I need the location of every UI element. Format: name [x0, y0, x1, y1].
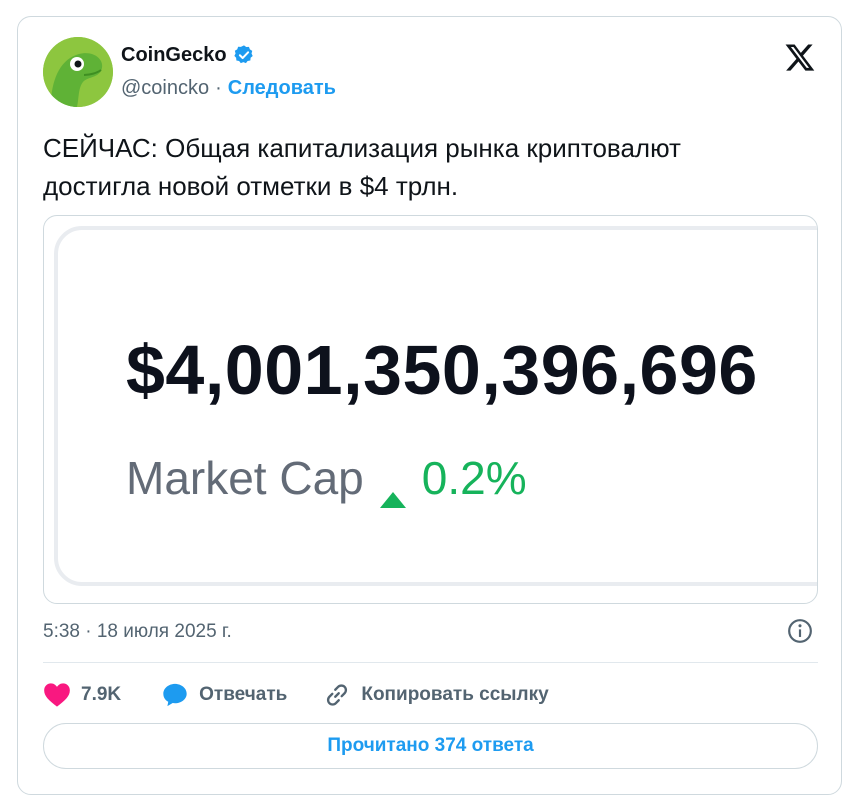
market-cap-label: Market Cap [126, 452, 364, 504]
like-button[interactable]: 7.9K [43, 682, 121, 708]
market-cap-row: Market Cap 0.2% [126, 452, 527, 508]
coingecko-logo-icon [43, 37, 113, 107]
speech-bubble-icon [163, 683, 187, 707]
tweet-text-line-1: СЕЙЧАС: Общая капитализация рынка крипто… [43, 133, 681, 163]
link-icon [327, 684, 348, 706]
tweet-text-line-2: достигла новой отметки в $4 трлн. [43, 171, 459, 201]
divider [43, 662, 818, 663]
read-replies-button[interactable]: Прочитано 374 ответа [43, 723, 818, 769]
avatar[interactable] [43, 37, 113, 107]
separator-dot: · [215, 77, 222, 99]
tweet-card: CoinGecko @coincko · Следовать СЕЙЧАС: О… [17, 16, 842, 795]
x-logo-icon[interactable] [783, 41, 817, 75]
triangle-up-icon [378, 468, 408, 508]
handle-row: @coincko · Следовать [121, 76, 336, 100]
market-cap-change: 0.2% [421, 452, 527, 504]
reply-button[interactable]: Отвечать [161, 681, 287, 709]
author-handle[interactable]: @coincko [121, 76, 209, 100]
info-icon[interactable] [787, 618, 813, 644]
market-cap-card: $4,001,350,396,696 Market Cap 0.2% [54, 226, 817, 586]
market-cap-value: $4,001,350,396,696 [126, 331, 758, 409]
reply-label: Отвечать [199, 684, 288, 705]
verified-badge-icon [233, 44, 255, 66]
action-bar: 7.9K Отвечать Копировать ссылку [43, 679, 549, 711]
like-count: 7.9K [81, 684, 122, 705]
read-replies-label: Прочитано 374 ответа [327, 735, 534, 756]
tweet-timestamp[interactable]: 5:38 · 18 июля 2025 г. [43, 621, 232, 643]
copy-link-label: Копировать ссылку [361, 684, 549, 705]
heart-icon [44, 683, 70, 707]
tweet-text: СЕЙЧАС: Общая капитализация рынка крипто… [43, 129, 803, 205]
media-image[interactable]: $4,001,350,396,696 Market Cap 0.2% [43, 215, 818, 604]
copy-link-button[interactable]: Копировать ссылку [323, 681, 549, 709]
author-name[interactable]: CoinGecko [121, 43, 227, 67]
author-name-row[interactable]: CoinGecko [121, 43, 255, 67]
follow-button[interactable]: Следовать [228, 76, 336, 100]
